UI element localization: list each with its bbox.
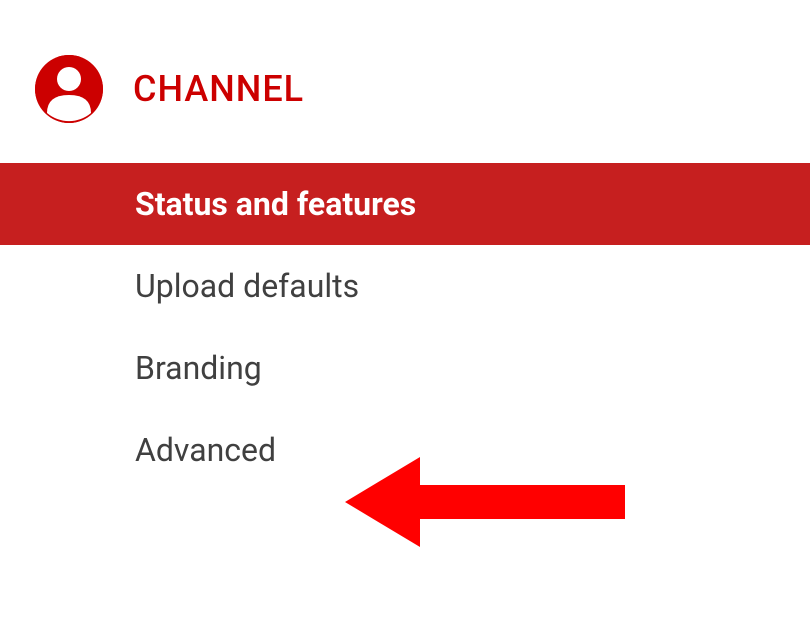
menu-item-branding[interactable]: Branding	[0, 327, 810, 409]
channel-title: CHANNEL	[133, 68, 304, 110]
channel-menu: Status and features Upload defaults Bran…	[0, 163, 810, 491]
channel-header: CHANNEL	[0, 0, 810, 163]
menu-item-upload-defaults[interactable]: Upload defaults	[0, 245, 810, 327]
menu-item-label: Status and features	[135, 185, 416, 223]
avatar-icon	[35, 55, 103, 123]
menu-item-label: Upload defaults	[135, 267, 359, 305]
menu-item-advanced[interactable]: Advanced	[0, 409, 810, 491]
menu-item-label: Branding	[135, 349, 262, 387]
menu-item-label: Advanced	[135, 431, 276, 469]
menu-item-status-and-features[interactable]: Status and features	[0, 163, 810, 245]
